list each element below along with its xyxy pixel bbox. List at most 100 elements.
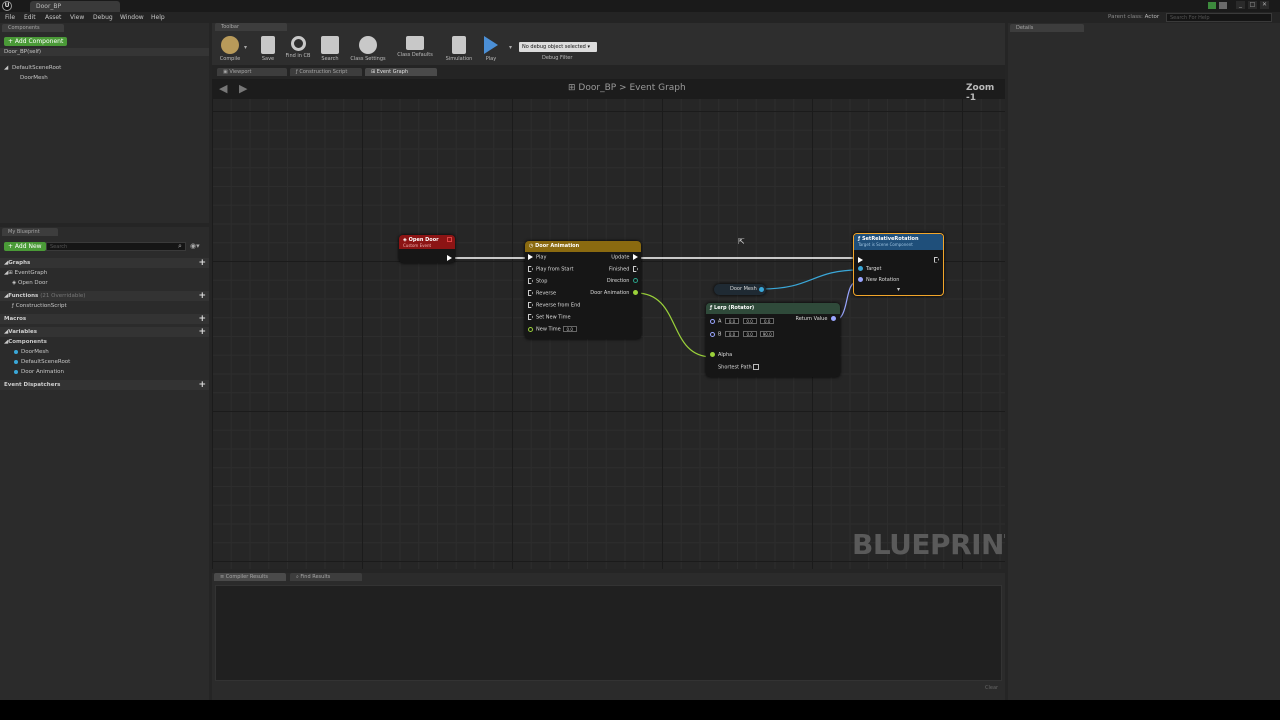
compile-options-icon[interactable]: ▾ (244, 44, 247, 51)
tab-event-graph[interactable]: ⊞ Event Graph (365, 68, 437, 76)
lerp-b-y[interactable]: 0.0 (742, 331, 757, 337)
variables-components-group[interactable]: ◢Components (4, 339, 47, 345)
node-set-relative-rotation[interactable]: ƒ SetRelativeRotation Target is Scene Co… (853, 233, 944, 296)
help-search-input[interactable]: Search For Help (1166, 13, 1272, 22)
node-door-mesh-variable[interactable]: Door Mesh (714, 284, 766, 295)
tab-viewport[interactable]: ▣ Viewport (217, 68, 287, 76)
lerp-pin-shortest-path[interactable]: Shortest Path (710, 364, 760, 371)
timeline-pin-new-time[interactable]: New Time 0.0 (528, 326, 577, 333)
compile-button[interactable]: Compile (212, 27, 248, 63)
door-mesh-out-pin[interactable] (759, 287, 764, 292)
play-options-icon[interactable]: ▾ (509, 44, 512, 51)
timeline-pin-play-from-start[interactable]: Play from Start (528, 266, 573, 273)
add-function-icon[interactable]: + (198, 291, 206, 301)
lerp-a-y[interactable]: 0.0 (742, 318, 757, 324)
add-graph-icon[interactable]: + (198, 258, 206, 268)
lerp-pin-alpha[interactable]: Alpha (710, 352, 732, 358)
node-open-door[interactable]: ◈ Open Door Custom Event (399, 235, 455, 263)
timeline-pin-direction[interactable]: Direction (607, 278, 638, 284)
expand-node-icon[interactable]: ▾ (897, 286, 900, 293)
node-door-animation-timeline[interactable]: ◷ Door Animation Play Play from Start St… (525, 241, 641, 339)
timeline-pin-update[interactable]: Update (611, 254, 638, 261)
timeline-pin-finished[interactable]: Finished (609, 266, 638, 273)
set-rotation-exec-out[interactable] (934, 256, 939, 263)
add-dispatcher-icon[interactable]: + (198, 380, 206, 390)
notification-icon[interactable] (1219, 2, 1227, 9)
set-rotation-pin-target[interactable]: Target (858, 266, 881, 272)
lerp-a-z[interactable]: 0.0 (760, 318, 775, 324)
blueprint-search-input[interactable]: Search (46, 242, 186, 251)
function-construction-script[interactable]: ƒ ConstructionScript (12, 303, 67, 309)
minimize-icon[interactable]: _ (1236, 1, 1245, 9)
my-blueprint-tab[interactable]: My Blueprint (2, 228, 58, 236)
class-defaults-button[interactable]: Class Defaults (394, 27, 436, 63)
timeline-pin-door-animation[interactable]: Door Animation (590, 290, 638, 296)
parent-class-value[interactable]: Actor (1145, 14, 1159, 20)
menu-window[interactable]: Window (120, 14, 144, 21)
section-event-dispatchers[interactable]: Event Dispatchers + (0, 380, 209, 390)
component-door-mesh[interactable]: DoorMesh (20, 75, 48, 81)
document-tab[interactable]: Door_BP (30, 1, 120, 12)
new-time-input[interactable]: 0.0 (562, 326, 577, 332)
menu-help[interactable]: Help (151, 14, 165, 21)
tab-construction-script[interactable]: ƒ Construction Script (290, 68, 362, 76)
view-options-icon[interactable]: ◉▾ (190, 242, 200, 250)
open-door-exec-out[interactable] (447, 254, 452, 261)
lerp-b-z[interactable]: 90.0 (760, 331, 775, 337)
component-default-scene-root[interactable]: DefaultSceneRoot (12, 65, 61, 71)
source-control-icon[interactable] (1208, 2, 1216, 9)
variable-door-animation[interactable]: Door Animation (14, 369, 64, 375)
variable-default-scene-root[interactable]: DefaultSceneRoot (14, 359, 70, 365)
lerp-pin-a[interactable]: A 0.0 0.0 0.0 (710, 318, 775, 325)
components-tab[interactable]: Components (2, 24, 64, 32)
set-rotation-exec-in[interactable] (858, 256, 866, 263)
lerp-pin-return-value[interactable]: Return Value (795, 316, 836, 322)
section-graphs[interactable]: ◢Graphs + (0, 258, 209, 268)
details-panel: Details (1008, 23, 1280, 700)
tab-compiler-results[interactable]: ≡ Compiler Results (214, 573, 286, 581)
lerp-b-x[interactable]: 0.0 (725, 331, 740, 337)
timeline-pin-play[interactable]: Play (528, 254, 546, 261)
maximize-icon[interactable]: □ (1248, 1, 1257, 9)
graph-canvas[interactable]: ◀ ▶ ⊞ Door_BP > Event Graph Zoom -1 ◈ Op… (212, 79, 1005, 569)
variable-door-mesh[interactable]: DoorMesh (14, 349, 49, 355)
timeline-pin-set-new-time[interactable]: Set New Time (528, 314, 571, 321)
timeline-pin-reverse-from-end[interactable]: Reverse from End (528, 302, 580, 309)
clear-button[interactable]: Clear (985, 685, 998, 691)
unreal-logo-icon[interactable]: U (2, 1, 12, 11)
class-settings-button[interactable]: Class Settings (348, 27, 388, 63)
menu-debug[interactable]: Debug (93, 14, 113, 21)
timeline-pin-stop[interactable]: Stop (528, 278, 547, 285)
search-button[interactable]: Search (312, 27, 348, 63)
title-bar (0, 0, 1280, 12)
debug-object-select[interactable]: No debug object selected ▾ (519, 42, 597, 52)
menu-file[interactable]: File (5, 14, 15, 21)
shortest-path-checkbox[interactable] (753, 364, 760, 370)
node-lerp-rotator[interactable]: ƒ Lerp (Rotator) A 0.0 0.0 0.0 B 0.0 0.0… (706, 303, 840, 377)
set-rotation-pin-new-rotation[interactable]: New Rotation (858, 277, 899, 283)
open-door-delegate-pin[interactable] (447, 237, 452, 242)
add-macro-icon[interactable]: + (198, 314, 206, 324)
section-variables[interactable]: ◢Variables + (0, 327, 209, 337)
find-in-cb-button[interactable]: Find in CB (280, 27, 316, 63)
component-self-row[interactable]: Door_BP(self) (0, 48, 209, 56)
play-button[interactable]: Play (474, 27, 508, 63)
tab-find-results[interactable]: ⌕ Find Results (290, 573, 362, 581)
section-macros[interactable]: Macros + (0, 314, 209, 324)
lerp-pin-b[interactable]: B 0.0 0.0 90.0 (710, 331, 775, 338)
add-component-button[interactable]: + Add Component (4, 37, 68, 46)
menu-view[interactable]: View (70, 14, 84, 21)
menu-asset[interactable]: Asset (45, 14, 61, 21)
graph-open-door[interactable]: ◈ Open Door (12, 280, 48, 286)
section-functions[interactable]: ◢Functions (21 Overridable) + (0, 291, 209, 301)
simulation-button[interactable]: Simulation (441, 27, 477, 63)
close-icon[interactable]: ✕ (1260, 1, 1269, 9)
add-variable-icon[interactable]: + (198, 327, 206, 337)
tree-expander-icon[interactable]: ◢ (4, 65, 8, 71)
graph-event-graph[interactable]: ◢⊞ EventGraph (4, 270, 47, 276)
lerp-a-x[interactable]: 0.0 (725, 318, 740, 324)
add-new-button[interactable]: + Add New (4, 242, 46, 251)
details-tab[interactable]: Details (1010, 24, 1084, 32)
menu-edit[interactable]: Edit (24, 14, 36, 21)
timeline-pin-reverse[interactable]: Reverse (528, 290, 556, 297)
